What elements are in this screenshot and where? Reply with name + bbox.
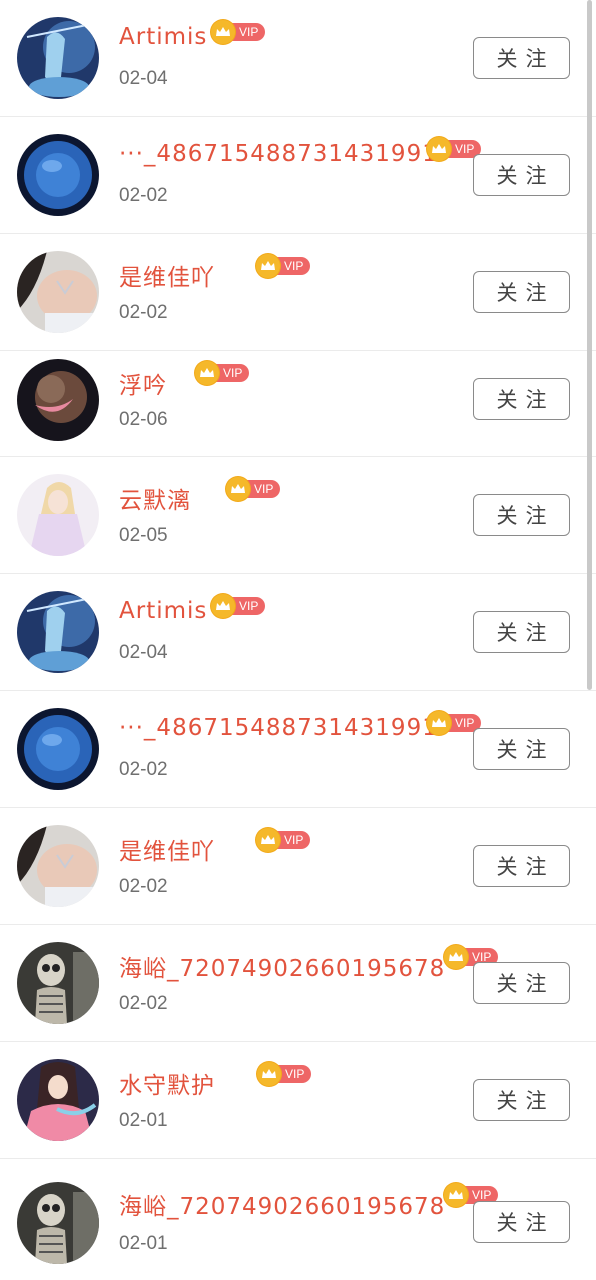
- username[interactable]: ···_486715488731431991: [119, 715, 438, 741]
- list-item[interactable]: 云默漓 VIP 02-05 关注: [0, 457, 596, 574]
- date: 02-02: [119, 759, 168, 780]
- avatar[interactable]: [17, 825, 99, 907]
- date: 02-01: [119, 1233, 168, 1254]
- crown-icon: [257, 1062, 281, 1086]
- vip-badge: VIP: [211, 20, 266, 44]
- list-item[interactable]: ···_486715488731431991 VIP 02-02 关注: [0, 691, 596, 808]
- username[interactable]: Artimis: [119, 598, 207, 624]
- list-item[interactable]: ···_486715488731431991 VIP 02-02 关注: [0, 117, 596, 234]
- crown-icon: [427, 711, 451, 735]
- crown-icon: [226, 477, 250, 501]
- vip-badge: VIP: [257, 1062, 312, 1086]
- list-item[interactable]: 浮吟 VIP 02-06 关注: [0, 351, 596, 457]
- list-item[interactable]: 是维佳吖 VIP 02-02 关注: [0, 234, 596, 351]
- list-item[interactable]: 海峪_72074902660195678 VIP 02-01 关注: [0, 1159, 596, 1280]
- list-item[interactable]: Artimis VIP 02-04 关注: [0, 0, 596, 117]
- crown-icon: [427, 137, 451, 161]
- avatar[interactable]: [17, 17, 99, 99]
- date: 02-01: [119, 1110, 168, 1131]
- crown-icon: [444, 1183, 468, 1207]
- follow-button[interactable]: 关注: [473, 611, 570, 653]
- crown-icon: [256, 828, 280, 852]
- date: 02-02: [119, 993, 168, 1014]
- crown-icon: [211, 20, 235, 44]
- avatar[interactable]: [17, 134, 99, 216]
- list-item[interactable]: 海峪_72074902660195678 VIP 02-02 关注: [0, 925, 596, 1042]
- username[interactable]: 浮吟: [119, 366, 167, 400]
- list-item[interactable]: 水守默护 VIP 02-01 关注: [0, 1042, 596, 1159]
- crown-icon: [256, 254, 280, 278]
- scrollbar[interactable]: [587, 0, 592, 690]
- list-item[interactable]: Artimis VIP 02-04 关注: [0, 574, 596, 691]
- follow-button[interactable]: 关注: [473, 37, 570, 79]
- follow-button[interactable]: 关注: [473, 154, 570, 196]
- date: 02-04: [119, 68, 168, 89]
- vip-badge: VIP: [211, 594, 266, 618]
- username[interactable]: 是维佳吖: [119, 832, 215, 866]
- avatar[interactable]: [17, 1059, 99, 1141]
- username[interactable]: 水守默护: [119, 1066, 215, 1100]
- avatar[interactable]: [17, 708, 99, 790]
- avatar[interactable]: [17, 359, 99, 441]
- vip-badge: VIP: [226, 477, 281, 501]
- date: 02-04: [119, 642, 168, 663]
- follow-button[interactable]: 关注: [473, 845, 570, 887]
- date: 02-02: [119, 876, 168, 897]
- follow-button[interactable]: 关注: [473, 1079, 570, 1121]
- username[interactable]: Artimis: [119, 24, 207, 50]
- username[interactable]: 是维佳吖: [119, 258, 215, 292]
- username[interactable]: ···_486715488731431991: [119, 141, 438, 167]
- follow-button[interactable]: 关注: [473, 962, 570, 1004]
- username[interactable]: 海峪_72074902660195678: [119, 1187, 445, 1221]
- vip-badge: VIP: [256, 828, 311, 852]
- avatar[interactable]: [17, 251, 99, 333]
- list-item[interactable]: 是维佳吖 VIP 02-02 关注: [0, 808, 596, 925]
- vip-badge: VIP: [256, 254, 311, 278]
- follow-button[interactable]: 关注: [473, 728, 570, 770]
- crown-icon: [195, 361, 219, 385]
- crown-icon: [444, 945, 468, 969]
- avatar[interactable]: [17, 474, 99, 556]
- follow-button[interactable]: 关注: [473, 1201, 570, 1243]
- avatar[interactable]: [17, 591, 99, 673]
- username[interactable]: 海峪_72074902660195678: [119, 949, 445, 983]
- date: 02-02: [119, 302, 168, 323]
- follow-button[interactable]: 关注: [473, 271, 570, 313]
- username[interactable]: 云默漓: [119, 481, 191, 515]
- follow-button[interactable]: 关注: [473, 494, 570, 536]
- avatar[interactable]: [17, 942, 99, 1024]
- date: 02-02: [119, 185, 168, 206]
- vip-badge: VIP: [195, 361, 250, 385]
- follow-button[interactable]: 关注: [473, 378, 570, 420]
- avatar[interactable]: [17, 1182, 99, 1264]
- crown-icon: [211, 594, 235, 618]
- date: 02-05: [119, 525, 168, 546]
- date: 02-06: [119, 409, 168, 430]
